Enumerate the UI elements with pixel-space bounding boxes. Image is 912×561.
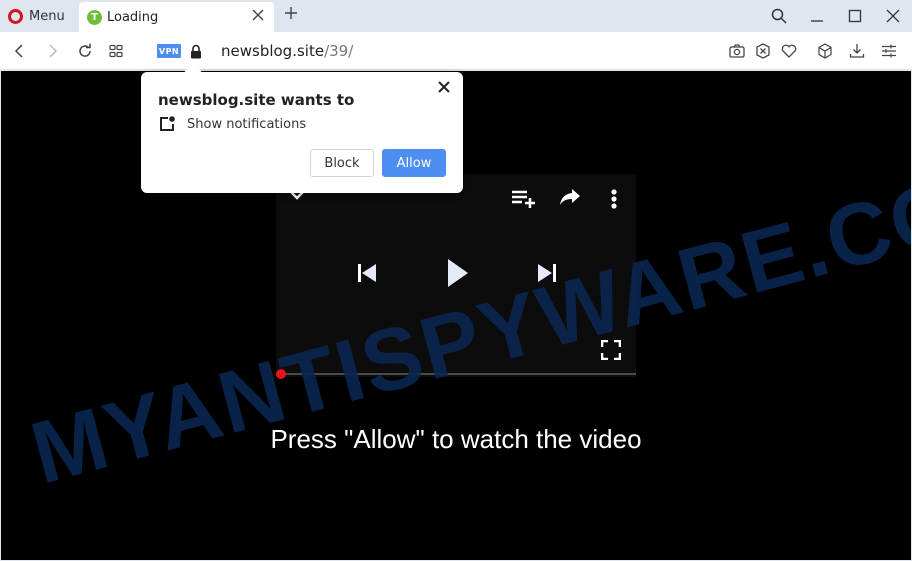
call-to-action-text: Press "Allow" to watch the video bbox=[270, 424, 642, 454]
back-button[interactable] bbox=[10, 41, 30, 61]
share-button[interactable] bbox=[559, 188, 581, 206]
search-tabs-button[interactable] bbox=[760, 0, 798, 32]
dialog-close-button[interactable] bbox=[435, 79, 453, 97]
tabs-overview-button[interactable] bbox=[106, 41, 126, 61]
adblock-button[interactable] bbox=[753, 41, 773, 61]
share-icon bbox=[560, 189, 580, 205]
plus-icon bbox=[285, 7, 297, 19]
allow-button[interactable]: Allow bbox=[382, 149, 446, 177]
close-window-button[interactable] bbox=[874, 0, 912, 32]
add-to-playlist-button[interactable] bbox=[511, 188, 537, 210]
tab-favicon-icon: T bbox=[87, 9, 102, 25]
bookmark-heart-button[interactable] bbox=[779, 41, 799, 61]
dialog-title: newsblog.site wants to bbox=[158, 91, 355, 109]
permission-label: Show notifications bbox=[187, 116, 307, 132]
block-button[interactable]: Block bbox=[310, 149, 374, 177]
play-icon bbox=[448, 259, 468, 287]
more-options-button[interactable] bbox=[609, 188, 619, 210]
address-toolbar: VPN newsblog.site/39/ bbox=[0, 32, 912, 70]
window-controls bbox=[760, 0, 912, 32]
new-tab-button[interactable] bbox=[283, 5, 299, 25]
reload-button[interactable] bbox=[75, 41, 95, 61]
tab-close-icon[interactable] bbox=[250, 8, 266, 24]
lock-icon bbox=[191, 44, 201, 58]
previous-button[interactable] bbox=[356, 262, 378, 284]
tab-title: Loading bbox=[107, 9, 159, 25]
opera-logo-icon bbox=[8, 8, 23, 24]
settings-sliders-icon bbox=[882, 44, 896, 58]
close-icon bbox=[886, 9, 900, 23]
active-tab[interactable]: T Loading bbox=[79, 2, 274, 32]
forward-icon bbox=[49, 44, 58, 58]
camera-icon bbox=[729, 44, 745, 58]
reload-icon bbox=[79, 43, 91, 57]
minimize-icon bbox=[811, 20, 823, 22]
minimize-button[interactable] bbox=[798, 0, 836, 32]
vpn-badge[interactable]: VPN bbox=[157, 44, 181, 58]
maximize-icon bbox=[848, 9, 862, 23]
snapshot-button[interactable] bbox=[727, 41, 747, 61]
menu-label: Menu bbox=[29, 8, 65, 24]
more-vert-icon bbox=[611, 189, 617, 209]
heart-icon bbox=[781, 44, 797, 58]
address-domain: newsblog.site bbox=[221, 42, 325, 60]
notification-bell-icon bbox=[159, 116, 175, 132]
tabs-grid-icon bbox=[109, 44, 123, 58]
adblock-icon bbox=[756, 43, 770, 59]
address-path: /39/ bbox=[324, 42, 354, 60]
crypto-wallet-button[interactable] bbox=[815, 41, 835, 61]
close-icon bbox=[438, 81, 450, 93]
easy-setup-button[interactable] bbox=[879, 41, 899, 61]
cube-icon bbox=[818, 43, 832, 59]
skip-previous-icon bbox=[358, 264, 376, 282]
playlist-add-icon bbox=[512, 190, 535, 208]
forward-button[interactable] bbox=[42, 41, 62, 61]
play-button[interactable] bbox=[446, 257, 470, 289]
back-icon bbox=[14, 44, 23, 58]
download-icon bbox=[849, 44, 865, 58]
opera-menu-button[interactable]: Menu bbox=[8, 6, 65, 26]
downloads-button[interactable] bbox=[847, 41, 867, 61]
address-bar[interactable]: newsblog.site/39/ bbox=[221, 42, 353, 60]
maximize-button[interactable] bbox=[836, 0, 874, 32]
tab-bar: Menu T Loading bbox=[0, 0, 912, 32]
permission-row: Show notifications bbox=[159, 116, 306, 132]
site-security-button[interactable] bbox=[186, 41, 206, 61]
notification-permission-dialog: newsblog.site wants to Show notification… bbox=[141, 72, 463, 193]
search-icon bbox=[771, 8, 787, 24]
